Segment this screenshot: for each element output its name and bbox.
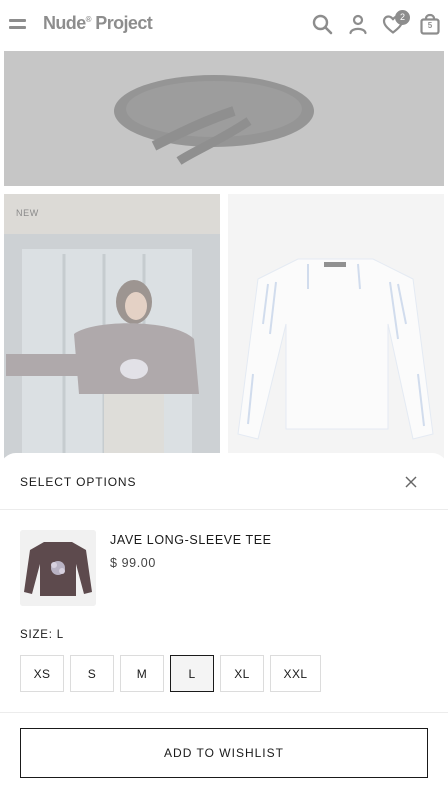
product-price: $ 99.00 <box>110 556 156 570</box>
product-name: JAVE LONG-SLEEVE TEE <box>110 533 272 547</box>
sheet-divider-bottom <box>0 712 448 713</box>
size-selector: XS S M L XL XXL <box>20 655 321 692</box>
size-option-l[interactable]: L <box>170 655 214 692</box>
size-option-xs[interactable]: XS <box>20 655 64 692</box>
size-option-m[interactable]: M <box>120 655 164 692</box>
sheet-title: SELECT OPTIONS <box>20 475 137 489</box>
size-option-xl[interactable]: XL <box>220 655 264 692</box>
size-option-s[interactable]: S <box>70 655 114 692</box>
select-options-sheet: SELECT OPTIONS JAVE LONG-SLEEVE TEE $ 99… <box>0 453 448 798</box>
sheet-divider <box>0 509 448 510</box>
add-to-wishlist-button[interactable]: ADD TO WISHLIST <box>20 728 428 778</box>
sweatshirt-thumbnail-image <box>20 530 96 606</box>
page: Nude® Project 2 5 <box>0 0 448 798</box>
product-thumbnail <box>20 530 96 606</box>
size-option-xxl[interactable]: XXL <box>270 655 321 692</box>
close-icon[interactable] <box>404 475 418 489</box>
size-label: SIZE: L <box>20 629 64 641</box>
